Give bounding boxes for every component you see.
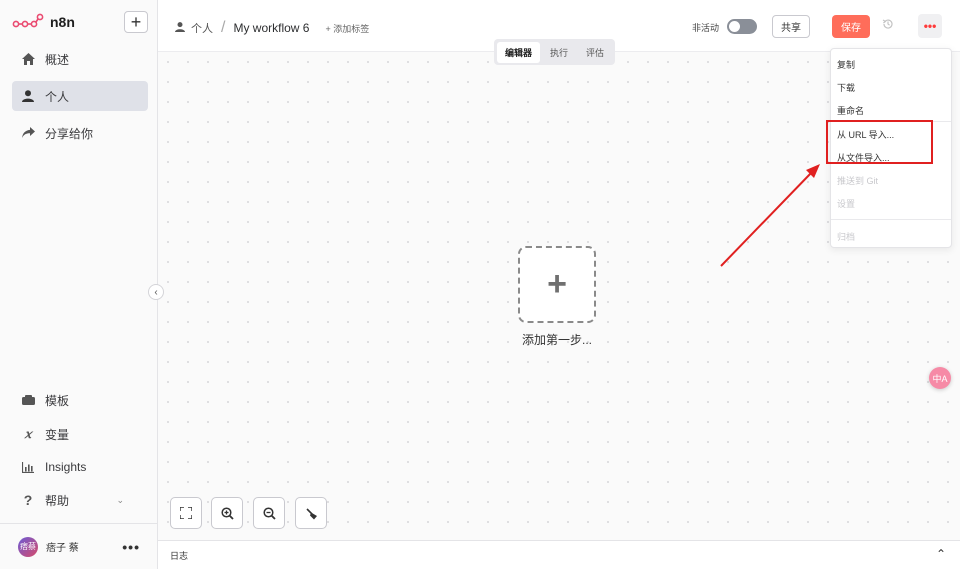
- tab-evaluations[interactable]: 评估: [578, 42, 612, 63]
- sidebar-item-overview[interactable]: 概述: [12, 44, 148, 74]
- sidebar-item-help[interactable]: ? 帮助 ⌄: [12, 485, 148, 515]
- home-icon: [21, 52, 35, 66]
- breadcrumb-owner[interactable]: 个人: [191, 20, 213, 36]
- broom-icon: [305, 507, 317, 519]
- menu-item-settings: 设置: [837, 199, 856, 209]
- template-icon: [21, 393, 35, 407]
- sidebar-item-label: 个人: [45, 89, 70, 104]
- variable-icon: 𝑥: [24, 427, 32, 441]
- user-icon: [175, 21, 185, 35]
- sidebar-item-label: Insights: [45, 460, 87, 474]
- more-options-button[interactable]: •••: [918, 14, 942, 38]
- collapse-sidebar-button[interactable]: ‹: [148, 284, 164, 300]
- workflow-name[interactable]: My workflow 6: [233, 21, 309, 35]
- sidebar-item-label: 变量: [45, 427, 70, 442]
- breadcrumb-separator: /: [221, 19, 226, 36]
- translate-icon[interactable]: 中A: [929, 367, 951, 389]
- new-button[interactable]: +: [124, 11, 148, 33]
- breadcrumb: 个人 / My workflow 6 + 添加标签: [175, 19, 369, 37]
- zoom-out-button[interactable]: [253, 497, 285, 529]
- help-icon: ?: [23, 492, 33, 508]
- history-icon[interactable]: [882, 18, 894, 33]
- active-toggle[interactable]: [727, 19, 757, 34]
- menu-item-duplicate[interactable]: 复制: [837, 58, 855, 71]
- annotation-highlight-box: [826, 120, 933, 164]
- user-menu[interactable]: 痞蔡 痞子 蔡 •••: [0, 523, 158, 569]
- menu-item-rename[interactable]: 重命名: [837, 104, 864, 117]
- sidebar-item-label: 分享给你: [45, 126, 94, 141]
- logo-text: n8n: [50, 14, 75, 30]
- plus-icon: +: [547, 265, 567, 303]
- menu-item-download[interactable]: 下载: [837, 81, 855, 94]
- fit-view-button[interactable]: [170, 497, 202, 529]
- menu-item-archive: 归档: [837, 232, 856, 242]
- n8n-logo-icon: [12, 13, 44, 28]
- tab-executions[interactable]: 执行: [542, 42, 576, 63]
- sidebar-item-shared[interactable]: 分享给你: [12, 118, 148, 148]
- sidebar-item-insights[interactable]: Insights: [12, 452, 148, 482]
- active-status-label: 非活动: [692, 23, 720, 33]
- insights-icon: [21, 460, 35, 474]
- chevron-down-icon: ⌄: [116, 494, 124, 505]
- avatar: 痞蔡: [18, 536, 38, 557]
- user-icon: [21, 89, 35, 103]
- chevron-up-icon[interactable]: ⌃: [936, 547, 946, 561]
- sidebar-item-label: 帮助: [45, 493, 70, 508]
- sidebar-item-label: 概述: [45, 52, 70, 67]
- sidebar-item-variables[interactable]: 𝑥 变量: [12, 419, 148, 449]
- view-tabs: 编辑器 执行 评估: [494, 39, 616, 65]
- tab-editor[interactable]: 编辑器: [497, 41, 541, 63]
- share-icon: [21, 126, 35, 140]
- fit-view-icon: [180, 507, 192, 519]
- log-label: 日志: [170, 551, 189, 561]
- logo[interactable]: n8n: [12, 12, 75, 32]
- add-first-step-button[interactable]: +: [518, 246, 596, 323]
- sidebar-item-personal[interactable]: 个人: [12, 81, 148, 111]
- menu-item-push-git: 推送到 Git: [837, 176, 879, 186]
- more-horizontal-icon[interactable]: •••: [122, 539, 140, 555]
- zoom-out-icon: [262, 506, 276, 520]
- user-name: 痞子 蔡: [46, 543, 79, 554]
- save-button[interactable]: 保存: [832, 15, 870, 38]
- add-first-step-label: 添加第一步...: [521, 333, 592, 347]
- menu-divider: [831, 219, 951, 220]
- share-button[interactable]: 共享: [772, 15, 810, 38]
- sidebar: n8n + 概述 个人 分享给你 模板 𝑥 变量 Insights ? 帮助 ⌄…: [0, 0, 158, 569]
- zoom-in-button[interactable]: [211, 497, 243, 529]
- sidebar-item-templates[interactable]: 模板: [12, 385, 148, 415]
- sidebar-item-label: 模板: [45, 393, 70, 408]
- log-panel-bar[interactable]: 日志 ⌃: [158, 540, 960, 569]
- zoom-in-icon: [220, 506, 234, 520]
- add-tag-button[interactable]: + 添加标签: [325, 22, 369, 35]
- tidy-up-button[interactable]: [295, 497, 327, 529]
